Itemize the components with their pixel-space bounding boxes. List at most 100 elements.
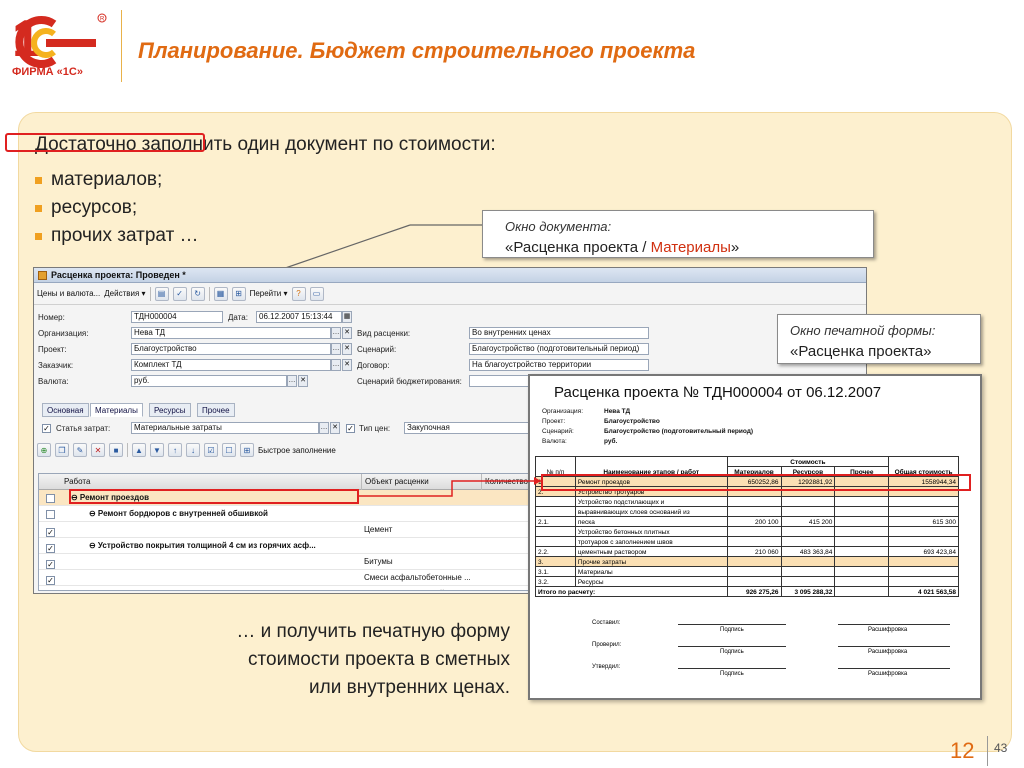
toolbar-separator [208, 286, 210, 301]
select-button[interactable]: … [287, 375, 297, 387]
object-cell: Пиломатериалы хвойных п... [361, 586, 481, 590]
pricing-field[interactable]: Во внутренних ценах [469, 327, 649, 339]
table-row: 2.1. песка 200 100 415 200 615 300 [535, 516, 959, 527]
row-checkbox[interactable] [43, 490, 59, 506]
work-cell [61, 570, 361, 586]
customer-field[interactable]: Комплект ТД [131, 359, 331, 371]
bullet-icon [35, 232, 42, 240]
cost-item-checkbox[interactable]: ✓ [42, 424, 51, 433]
print-form-content: Расценка проекта № ТДН000004 от 06.12.20… [542, 384, 970, 447]
end-edit-icon[interactable]: ■ [109, 443, 123, 457]
object-cell [361, 490, 481, 506]
contract-field[interactable]: На благоустройство территории [469, 359, 649, 371]
currency-field[interactable]: руб. [131, 375, 287, 387]
move-down-icon[interactable]: ▼ [150, 443, 164, 457]
clear-icon[interactable]: ✕ [330, 422, 340, 434]
table-row: Итого по расчету: 926 275,26 3 095 288,32 4… [535, 586, 959, 597]
row-checkbox[interactable]: ✓ [43, 538, 59, 554]
price-type-checkbox[interactable]: ✓ [346, 424, 355, 433]
save-icon[interactable]: ▤ [154, 286, 169, 301]
bullet-icon [35, 204, 42, 212]
work-cell: ⊖ Ремонт бордюров с внутренней обшивкой [89, 509, 268, 518]
sort-asc-icon[interactable]: ↑ [168, 443, 182, 457]
callout-name: «Расценка проекта / Материалы» [505, 239, 740, 256]
project-field[interactable]: Благоустройство [131, 343, 331, 355]
actions-menu[interactable]: Действия ▾ [104, 289, 145, 298]
clear-icon[interactable]: ✕ [298, 375, 308, 387]
tab-materials[interactable]: Материалы [90, 403, 143, 417]
object-cell [361, 538, 481, 554]
check-all-icon[interactable]: ☑ [204, 443, 218, 457]
object-cell: Цемент [364, 525, 393, 534]
cost-item-field[interactable]: Материальные затраты [131, 422, 319, 434]
calendar-icon[interactable]: ▦ [342, 311, 352, 323]
bullet-icon [35, 176, 42, 184]
select-button[interactable]: … [331, 327, 341, 339]
tab-main[interactable]: Основная [42, 403, 89, 417]
tabs-highlight [5, 133, 205, 152]
table-row: выравнивающих слоев оснований из [535, 506, 959, 517]
slide-header: 1 R ФИРМА «1С» Планирование. Бюджет стро… [0, 0, 1024, 92]
expand-icon[interactable]: ⊞ [240, 443, 254, 457]
scenario-field[interactable]: Благоустройство (подготовительный период… [469, 343, 649, 355]
print-form-title: Расценка проекта № ТДН000004 от 06.12.20… [554, 384, 882, 401]
clear-icon[interactable]: ✕ [342, 343, 352, 355]
table-row: 3. Прочие затраты [535, 556, 959, 567]
date-field[interactable]: 06.12.2007 15:13:44 [256, 311, 342, 323]
info-row: Сценарий: Благоустройство (подготовительн… [542, 428, 754, 435]
quick-fill-button[interactable]: Быстрое заполнение [258, 446, 336, 455]
organization-field[interactable]: Нева ТД [131, 327, 331, 339]
row-checkbox[interactable]: ✓ [43, 522, 59, 538]
refresh-icon[interactable]: ↻ [190, 286, 205, 301]
uncheck-all-icon[interactable]: ☐ [222, 443, 236, 457]
prices-menu[interactable]: Цены и валюта... [37, 289, 100, 298]
info-row: Организация: Нева ТД [542, 408, 631, 415]
number-field[interactable]: ТДН000004 [131, 311, 223, 323]
row-highlight [69, 489, 359, 504]
table-row[interactable]: ✓Пиломатериалы хвойных п...0,150 [39, 586, 563, 590]
work-cell [61, 586, 361, 590]
table-row[interactable]: ⊖ Ремонт бордюров с внутренней обшивкой [39, 506, 563, 522]
row-checkbox[interactable]: ✓ [43, 586, 59, 590]
clear-icon[interactable]: ✕ [342, 327, 352, 339]
row-checkbox[interactable]: ✓ [43, 570, 59, 586]
table-row[interactable]: ✓ ⊖ Устройство покрытия толщиной 4 см из … [39, 538, 563, 554]
copy-icon[interactable]: ❐ [55, 443, 69, 457]
goto-menu[interactable]: Перейти ▾ [250, 289, 288, 298]
sort-desc-icon[interactable]: ↓ [186, 443, 200, 457]
table-row[interactable]: ✓Цемент0,100 [39, 522, 563, 538]
work-cell [61, 554, 361, 570]
budget-scenario-field[interactable] [469, 375, 529, 387]
table-row: тротуаров с заполнением швов [535, 536, 959, 547]
select-button[interactable]: … [319, 422, 329, 434]
add-icon[interactable]: ⊕ [37, 443, 51, 457]
tab-resources[interactable]: Ресурсы [149, 403, 191, 417]
document-window-callout: Окно документа: «Расценка проекта / Мате… [482, 210, 874, 258]
help-icon[interactable]: ? [291, 286, 306, 301]
object-cell: Смеси асфальтобетонные ... [364, 573, 471, 582]
table-row: 2.2. цементным раствором 210 060 483 363,84… [535, 546, 959, 557]
clear-icon[interactable]: ✕ [342, 359, 352, 371]
move-up-icon[interactable]: ▲ [132, 443, 146, 457]
page-total: 43 [994, 741, 1008, 755]
table-row: Устройство бетонных плитных [535, 526, 959, 537]
movements-icon[interactable]: ▦ [213, 286, 228, 301]
select-button[interactable]: … [331, 343, 341, 355]
row-checkbox[interactable] [43, 506, 59, 522]
table-header: № п/п Наименование этапов / работ Стоимост… [535, 456, 959, 477]
close-form-icon[interactable]: ▭ [309, 286, 324, 301]
table-row[interactable]: ✓Смеси асфальтобетонные ...96,600 [39, 570, 563, 586]
page-title: Планирование. Бюджет строительного проек… [138, 38, 696, 63]
edit-icon[interactable]: ✎ [73, 443, 87, 457]
tab-other[interactable]: Прочее [197, 403, 235, 417]
table-row: 3.1. Материалы [535, 566, 959, 577]
page-divider [987, 736, 988, 766]
post-icon[interactable]: ✓ [172, 286, 187, 301]
row-checkbox[interactable]: ✓ [43, 554, 59, 570]
select-button[interactable]: … [331, 359, 341, 371]
bottom-text: … и получить печатную форму стоимости пр… [236, 621, 510, 698]
structure-icon[interactable]: ⊞ [231, 286, 246, 301]
toolbar-separator [149, 286, 151, 301]
delete-icon[interactable]: ✕ [91, 443, 105, 457]
table-row[interactable]: ✓Битумы0,010 [39, 554, 563, 570]
